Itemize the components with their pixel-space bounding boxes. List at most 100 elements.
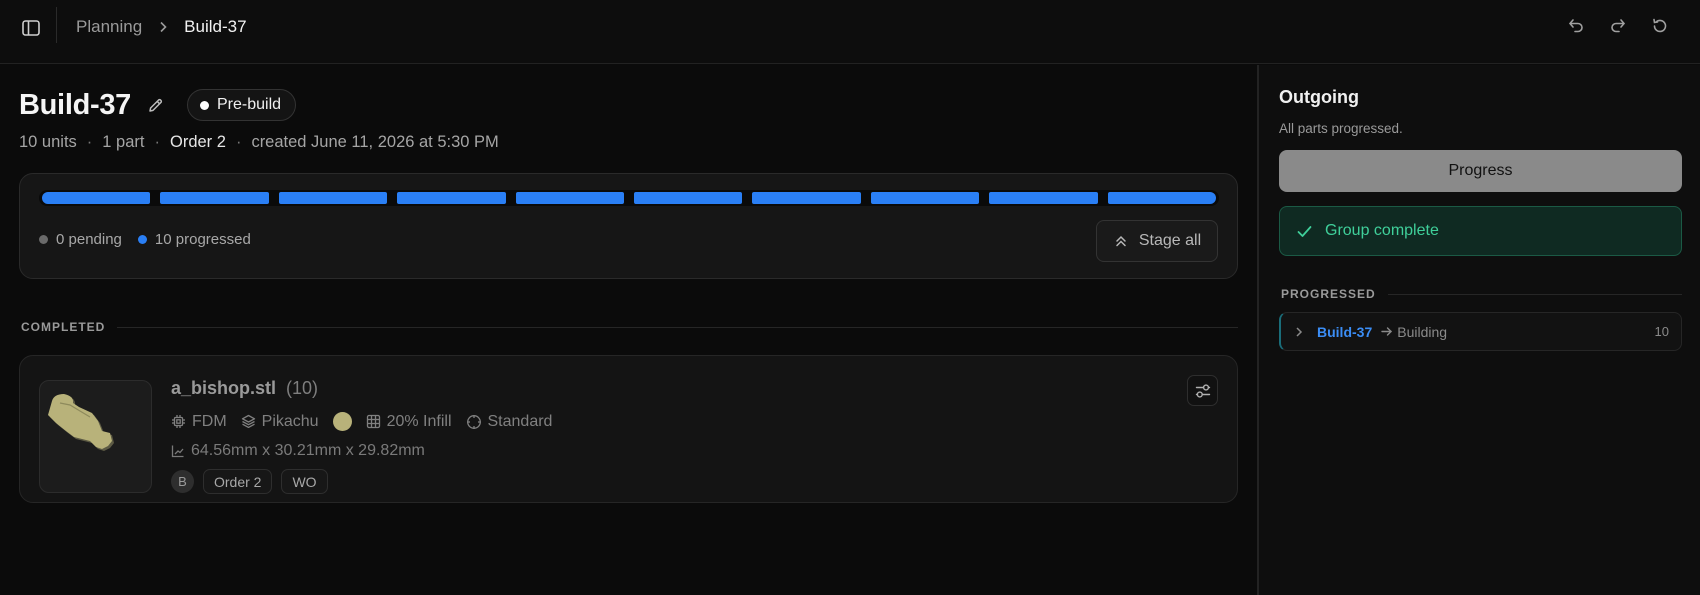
outgoing-panel: Outgoing All parts progressed. Progress … <box>1257 65 1700 595</box>
progressed-dot <box>137 235 147 244</box>
part-count: (10) <box>286 378 319 398</box>
dimensions-label: 64.56mm x 30.21mm x 29.82mm <box>191 442 425 459</box>
progress-segment <box>752 192 861 204</box>
attr-material: Pikachu <box>241 413 319 431</box>
redo-icon <box>1611 19 1626 33</box>
color-swatch <box>332 412 352 431</box>
completed-section-label: COMPLETED <box>21 320 106 334</box>
sliders-icon <box>1195 383 1210 398</box>
legend-progressed: 10 progressed <box>137 231 251 248</box>
undo-icon <box>1568 19 1583 33</box>
part-tags: B Order 2 WO <box>171 469 328 494</box>
crosshair-icon <box>466 414 481 429</box>
part-card[interactable]: a_bishop.stl (10) FDM Pikachu 20% Infill… <box>19 355 1238 503</box>
build-meta: 10 units · 1 part · Order 2 · created Ju… <box>19 133 499 152</box>
progress-segment <box>397 192 506 204</box>
progress-segment <box>42 192 151 204</box>
check-icon <box>1297 225 1312 237</box>
attr-quality: Standard <box>466 412 553 431</box>
part-name-row: a_bishop.stl (10) <box>171 378 318 399</box>
breadcrumb-current: Build-37 <box>184 17 247 36</box>
grid-icon <box>366 414 380 429</box>
main-content: Build-37 Pre-build 10 units · 1 part · O… <box>0 65 1257 595</box>
edit-title-button[interactable] <box>145 95 165 115</box>
part-thumbnail <box>39 380 152 493</box>
layers-icon <box>241 414 255 429</box>
chip-icon <box>172 415 185 428</box>
infill-label: 20% Infill <box>386 412 452 430</box>
part-settings-button[interactable] <box>1187 375 1218 406</box>
meta-separator: · <box>235 133 242 151</box>
meta-parts: 1 part <box>102 133 145 151</box>
progress-segment <box>278 192 388 204</box>
group-complete-label: Group complete <box>1325 222 1439 239</box>
completed-section-header: COMPLETED <box>21 320 1238 334</box>
stage-all-label: Stage all <box>1138 232 1202 249</box>
stage-all-button[interactable]: Stage all <box>1096 220 1218 262</box>
meta-separator: · <box>86 133 93 151</box>
progress-legend: 0 pending 10 progressed <box>39 231 251 248</box>
legend-pending: 0 pending <box>39 231 122 248</box>
tag-wo[interactable]: WO <box>281 469 328 494</box>
progressed-count: 10 <box>1654 324 1669 339</box>
top-bar: Planning Build-37 <box>0 0 1700 64</box>
progressed-build-link[interactable]: Build-37 <box>1317 324 1372 340</box>
progress-segment <box>1107 192 1217 204</box>
group-complete-banner: Group complete <box>1279 206 1682 256</box>
title-row: Build-37 Pre-build <box>19 85 297 125</box>
progress-button[interactable]: Progress <box>1279 150 1682 192</box>
breadcrumb-planning-link[interactable]: Planning <box>76 17 142 37</box>
progressed-label: 10 progressed <box>154 231 251 248</box>
meta-created: created June 11, 2026 at 5:30 PM <box>251 133 499 151</box>
topbar-divider <box>56 7 57 43</box>
pencil-icon <box>148 98 162 112</box>
undo-button[interactable] <box>1564 14 1588 38</box>
meta-separator: · <box>154 133 161 151</box>
chevron-right-icon <box>156 20 170 34</box>
reset-button[interactable] <box>1648 14 1672 38</box>
attr-infill: 20% Infill <box>366 413 452 431</box>
status-dot <box>200 100 209 110</box>
part-attributes: FDM Pikachu 20% Infill Standard <box>171 412 552 431</box>
pending-dot <box>39 235 48 244</box>
redo-button[interactable] <box>1606 14 1630 38</box>
progressed-section-label: PROGRESSED <box>1281 287 1376 301</box>
progress-segment <box>160 192 269 204</box>
progress-segments <box>39 190 1219 206</box>
bishop-model-preview <box>48 394 114 451</box>
section-divider <box>1387 293 1682 295</box>
sidebar-panel-icon <box>22 20 40 36</box>
progress-card: 0 pending 10 progressed Stage all <box>19 173 1238 279</box>
meta-order[interactable]: Order 2 <box>170 133 226 152</box>
attr-process: FDM <box>171 413 227 431</box>
tag-order[interactable]: Order 2 <box>203 469 273 494</box>
arrow-right-icon <box>1380 325 1393 338</box>
refresh-icon <box>1653 18 1667 33</box>
top-actions <box>1564 14 1672 38</box>
chevron-right-icon[interactable] <box>1293 326 1305 338</box>
progress-segment <box>989 192 1098 204</box>
status-badge: Pre-build <box>187 89 297 121</box>
part-dimensions: 64.56mm x 30.21mm x 29.82mm <box>171 442 425 460</box>
status-label: Pre-build <box>217 96 282 113</box>
quality-label: Standard <box>487 412 553 430</box>
sidebar-toggle-button[interactable] <box>19 16 43 40</box>
material-label: Pikachu <box>261 412 319 430</box>
page-title: Build-37 <box>19 88 131 121</box>
dimensions-chart-icon <box>171 445 184 458</box>
breadcrumb: Planning Build-37 <box>76 16 247 38</box>
part-name: a_bishop.stl <box>171 378 277 398</box>
outgoing-subtitle: All parts progressed. <box>1279 121 1403 136</box>
pending-label: 0 pending <box>56 231 122 248</box>
process-label: FDM <box>192 412 227 430</box>
progressed-section-header: PROGRESSED <box>1281 287 1682 301</box>
outgoing-title: Outgoing <box>1279 87 1359 107</box>
meta-units: 10 units <box>19 133 77 151</box>
progress-segment <box>870 192 980 204</box>
chevrons-up-icon <box>1116 235 1126 247</box>
progress-segment <box>515 192 625 204</box>
avatar: B <box>171 470 194 493</box>
progressed-group-row[interactable]: Build-37 Building 10 <box>1279 312 1682 351</box>
progress-segment <box>634 192 743 204</box>
progressed-stage: Building <box>1397 323 1448 340</box>
